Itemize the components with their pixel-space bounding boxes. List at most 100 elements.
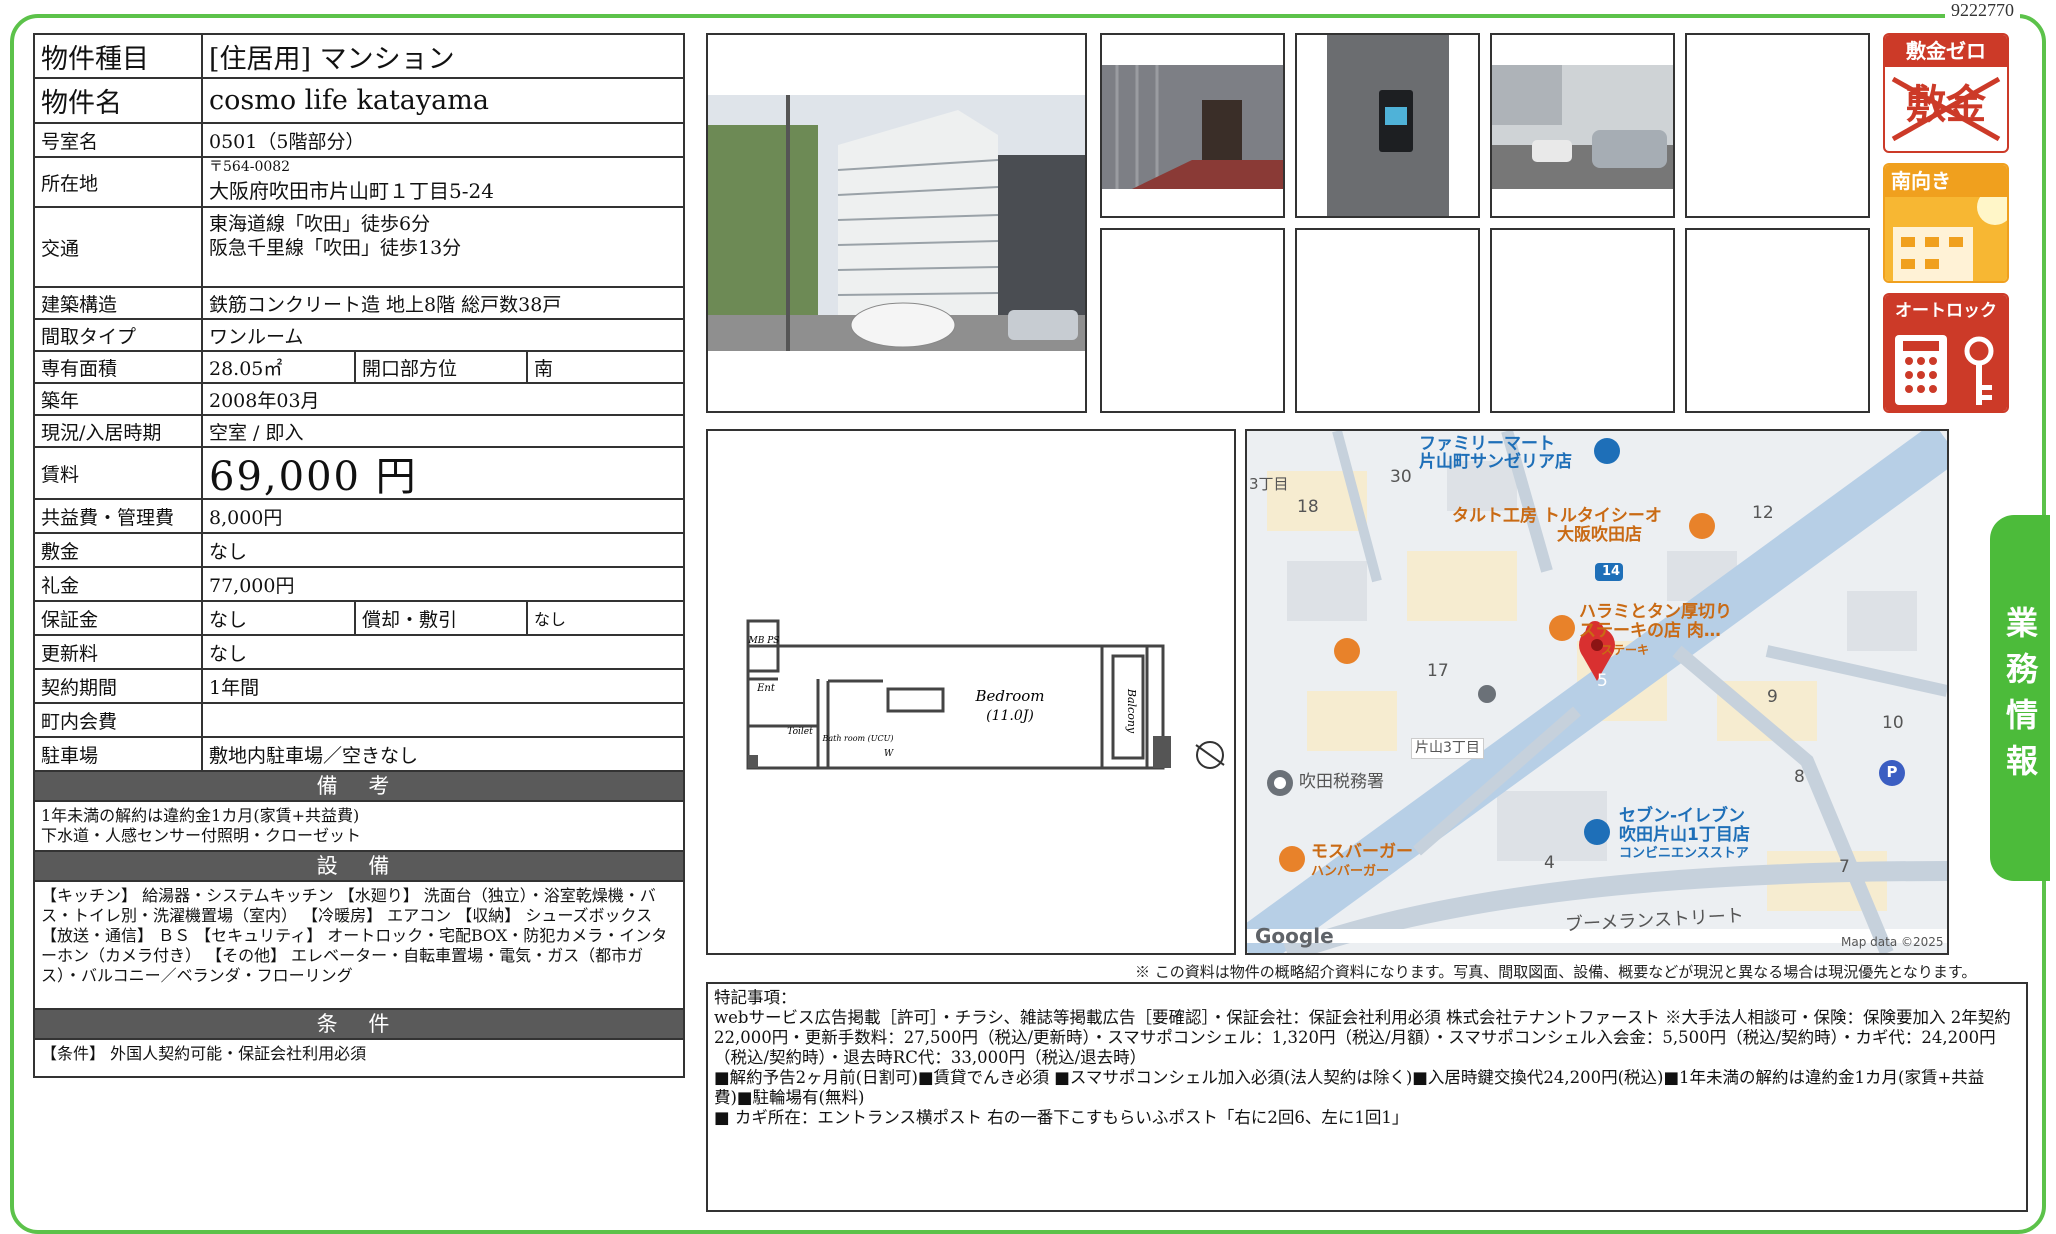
- south-facing-title: 南向き: [1885, 165, 2007, 197]
- map-block-number: 17: [1427, 661, 1449, 681]
- address-label: 所在地: [35, 158, 203, 206]
- transit-marker-icon: [1478, 685, 1496, 703]
- photo-slot-empty-4: [1490, 228, 1675, 413]
- row-town-fee: 町内会費: [35, 704, 683, 738]
- layout-label: 間取タイプ: [35, 320, 203, 350]
- sun-house-icon: [1885, 189, 2007, 281]
- special-notes-box: 特記事項： webサービス広告掲載［許可］・チラシ、雑誌等掲載広告［要確認］・保…: [706, 982, 2028, 1212]
- guarantee-label: 保証金: [35, 602, 203, 634]
- structure-label: 建築構造: [35, 288, 203, 318]
- direction-value: 南: [534, 357, 554, 380]
- row-transit: 交通 東海道線「吹田」徒歩6分 阪急千里線「吹田」徒歩13分: [35, 208, 683, 288]
- map-block-number: 12: [1752, 503, 1774, 523]
- map-block-number: 18: [1297, 497, 1319, 517]
- conditions-body: 【条件】 外国人契約可能・保証会社利用必須: [41, 1044, 367, 1063]
- layout-value: ワンルーム: [209, 325, 304, 348]
- map-poi-tarte-name: タルト工房 トルタイシーオ: [1452, 506, 1662, 526]
- south-facing-badge: 南向き: [1883, 163, 2009, 283]
- photo-slot-empty-2: [1100, 228, 1285, 413]
- north-arrow-icon: [1195, 741, 1225, 769]
- special-notes-heading: 特記事項：: [714, 988, 797, 1007]
- map-poi-tarte-branch: 大阪吹田店: [1557, 525, 1642, 545]
- special-notes-line-3: ■ カギ所在：エントランス横ポスト 右の一番下こすもらいふポスト「右に2回6、左…: [714, 1108, 1409, 1127]
- row-rent: 賃料 69,000 円: [35, 448, 683, 500]
- contract-label: 契約期間: [35, 670, 203, 702]
- room-label: 号室名: [35, 124, 203, 156]
- parking-label: 駐車場: [35, 738, 203, 770]
- row-contract: 契約期間 1年間: [35, 670, 683, 704]
- disclaimer-note: ※ この資料は物件の概略紹介資料になります。写真、間取図面、設備、概要などが現況…: [1135, 963, 1977, 981]
- floorplan-toilet-label: Toilet: [787, 727, 813, 737]
- map-poi-seven-category: コンビニエンスストア: [1619, 846, 1749, 861]
- town-fee-value: [203, 704, 683, 736]
- zero-deposit-title: 敷金ゼロ: [1885, 35, 2007, 67]
- key-money-value: 77,000円: [209, 574, 295, 597]
- area-label: 専有面積: [35, 352, 203, 382]
- amortization-label: 償却・敷引: [356, 602, 528, 634]
- location-map[interactable]: ファミリーマート 片山町サンゼリア店 タルト工房 トルタイシーオ 大阪吹田店 ハ…: [1245, 429, 1949, 955]
- built-value: 2008年03月: [209, 389, 320, 412]
- equipment-body: 【キッチン】 給湯器・システムキッチン 【水廻り】 洗面台（独立）・浴室乾燥機・…: [35, 882, 683, 1010]
- map-block-number: 4: [1544, 853, 1555, 873]
- map-poi-harami-desc: ステーキの店 肉…: [1579, 621, 1721, 641]
- floorplan-mbps-label: MB PS: [748, 636, 780, 646]
- floor-plan[interactable]: MB PS Ent Toilet Bath room (UCU) W Bedro…: [706, 429, 1236, 955]
- special-notes-line-1: webサービス広告掲載［許可］・チラシ、雑誌等掲載広告［要確認］・保証会社：保証…: [714, 1008, 2011, 1067]
- transit-label: 交通: [35, 208, 203, 286]
- property-type-value: [住居用] マンション: [209, 43, 455, 75]
- map-poi-seven-eleven: セブン-イレブン: [1619, 806, 1746, 826]
- map-block-number: 9: [1767, 687, 1778, 707]
- row-property-name: 物件名 cosmo life katayama: [35, 79, 683, 124]
- side-tab-business-info[interactable]: 業務情報: [1990, 515, 2050, 881]
- map-poi-mos-burger: モスバーガー: [1311, 842, 1413, 862]
- map-poi-harami-category: ステーキ: [1601, 643, 1650, 657]
- property-name-label: 物件名: [35, 79, 203, 122]
- row-built: 築年 2008年03月: [35, 384, 683, 416]
- built-label: 築年: [35, 384, 203, 414]
- photo-slot-empty-5: [1685, 228, 1870, 413]
- common-fee-label: 共益費・管理費: [35, 500, 203, 532]
- postal-code: 〒564-0082: [209, 159, 291, 175]
- map-parking-p: P: [1886, 763, 1898, 781]
- room-value: 0501（5階部分）: [209, 130, 365, 153]
- map-block-number: 5: [1597, 671, 1608, 691]
- property-info-table: 物件種目 [住居用] マンション 物件名 cosmo life katayama…: [33, 33, 685, 1078]
- area-value: 28.05㎡: [203, 352, 356, 382]
- rent-value: 69,000 円: [209, 454, 418, 500]
- map-attribution: Map data ©2025: [1841, 935, 1944, 949]
- direction-label: 開口部方位: [356, 352, 528, 382]
- parking-lot-photo[interactable]: [1490, 33, 1675, 218]
- building-exterior-photo[interactable]: [706, 33, 1087, 413]
- zero-deposit-badge: 敷金ゼロ 敷金: [1883, 33, 2009, 153]
- renewal-label: 更新料: [35, 636, 203, 668]
- status-value: 空室 / 即入: [209, 421, 304, 444]
- row-property-type: 物件種目 [住居用] マンション: [35, 35, 683, 79]
- tax-office-marker-icon: [1267, 770, 1293, 796]
- map-block-number: 30: [1390, 467, 1412, 487]
- floorplan-bath-label: Bath room (UCU): [822, 734, 894, 743]
- special-notes-line-2: ■解約予告2ヶ月前(日割可)■賃貸でんき必須 ■スマサポコンシェル加入必須(法人…: [714, 1068, 1985, 1107]
- remarks-line-2: 下水道・人感センサー付照明・クローゼット: [41, 826, 362, 845]
- map-block-number: 10: [1882, 713, 1904, 733]
- entrance-photo[interactable]: [1100, 33, 1285, 218]
- map-bus-stop-label: 片山3丁目: [1411, 738, 1484, 759]
- row-guarantee: 保証金 なし 償却・敷引 なし: [35, 602, 683, 636]
- map-area-chome: 3丁目: [1249, 475, 1289, 493]
- floorplan-balcony-label: Balcony: [1125, 688, 1138, 734]
- document-id: 9222770: [1945, 0, 2020, 21]
- remarks-heading: 備 考: [35, 772, 683, 802]
- floorplan-bedroom-label: Bedroom: [975, 687, 1045, 705]
- deposit-label: 敷金: [35, 534, 203, 566]
- structure-value: 鉄筋コンクリート造 地上8階 総戸数38戸: [209, 293, 562, 316]
- row-common-fee: 共益費・管理費 8,000円: [35, 500, 683, 534]
- map-poi-tax-office: 吹田税務署: [1299, 772, 1384, 792]
- floorplan-entrance-label: Ent: [756, 683, 776, 694]
- common-fee-value: 8,000円: [209, 506, 283, 529]
- property-type-label: 物件種目: [35, 35, 203, 77]
- transit-line-2: 阪急千里線「吹田」徒歩13分: [209, 237, 462, 259]
- guarantee-value: なし: [203, 602, 356, 634]
- remarks-body: 1年未満の解約は違約金1カ月(家賃+共益費) 下水道・人感センサー付照明・クロー…: [35, 802, 683, 852]
- row-renewal: 更新料 なし: [35, 636, 683, 670]
- intercom-photo[interactable]: [1295, 33, 1480, 218]
- row-address: 所在地 〒564-0082 大阪府吹田市片山町１丁目5-24: [35, 158, 683, 208]
